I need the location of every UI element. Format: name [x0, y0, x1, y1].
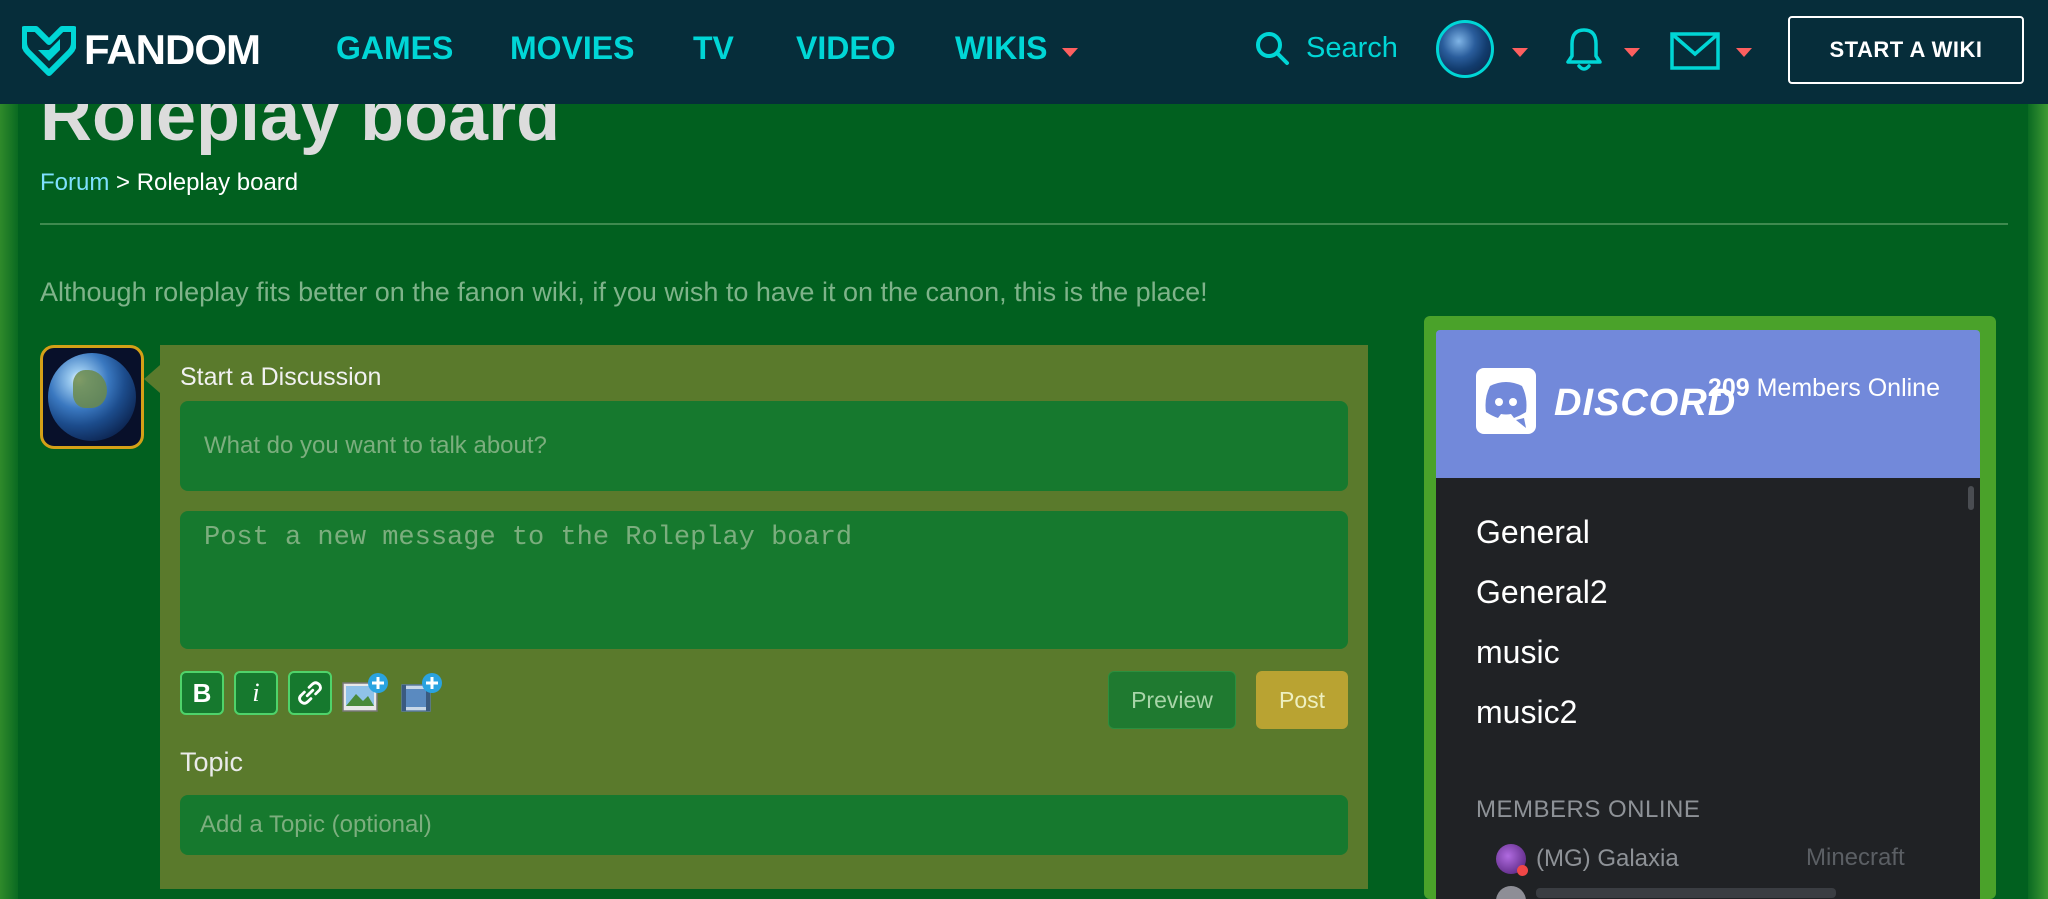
discord-members-count: 209	[1707, 374, 1750, 402]
bell-icon[interactable]	[1566, 26, 1602, 74]
breadcrumb-separator: >	[116, 169, 131, 196]
add-image-button[interactable]	[340, 671, 390, 715]
discord-body: General General2 music music2 MEMBERS ON…	[1436, 478, 1980, 899]
start-a-wiki-button[interactable]: START A WIKI	[1788, 16, 2024, 84]
breadcrumb-current: Roleplay board	[136, 169, 299, 196]
discord-member[interactable]: (MG) Galaxia	[1496, 844, 1679, 876]
discord-member-name-cutoff	[1536, 888, 1836, 898]
bold-button[interactable]: B	[180, 671, 224, 715]
mail-icon[interactable]	[1670, 32, 1720, 70]
current-user-avatar[interactable]	[40, 345, 144, 449]
fandom-wordmark: FANDOM	[84, 26, 261, 73]
discord-members-label: Members Online	[1756, 374, 1940, 402]
board-description: Although roleplay fits better on the fan…	[40, 277, 1208, 307]
add-video-icon	[401, 673, 442, 712]
discord-logo-icon[interactable]	[1476, 368, 1536, 434]
fandom-logo[interactable]: FANDOM	[22, 22, 261, 78]
user-avatar-nav[interactable]	[1436, 20, 1494, 78]
fandom-heart-icon	[22, 26, 76, 76]
speech-bubble-notch	[144, 365, 160, 393]
discord-member-avatar	[1496, 844, 1528, 876]
add-video-button[interactable]	[396, 671, 446, 715]
discord-channel[interactable]: General2	[1476, 574, 1608, 611]
nav-tv[interactable]: TV	[693, 30, 734, 67]
discord-channel[interactable]: music2	[1476, 694, 1577, 731]
page-frame-right	[2028, 104, 2048, 899]
earth-continent-shape	[73, 370, 107, 408]
discord-members-online: 209 Members Online	[1708, 374, 1940, 402]
discussion-title-input[interactable]	[180, 401, 1348, 491]
wikis-chevron-down-icon[interactable]	[1062, 48, 1078, 57]
link-icon	[298, 681, 322, 705]
discord-member-avatar[interactable]	[1496, 886, 1526, 899]
discord-member-game: Minecraft	[1806, 844, 1905, 871]
search-icon	[1256, 32, 1289, 65]
start-discussion-panel: Start a Discussion B i	[160, 345, 1368, 889]
nav-games[interactable]: GAMES	[336, 30, 453, 67]
page-frame-left	[0, 104, 18, 899]
messages-chevron-down-icon[interactable]	[1736, 48, 1752, 57]
post-button[interactable]: Post	[1256, 671, 1348, 729]
preview-button[interactable]: Preview	[1108, 671, 1236, 729]
search-button[interactable]: Search	[1254, 30, 1398, 66]
topic-input[interactable]	[180, 795, 1348, 855]
user-menu-chevron-down-icon[interactable]	[1512, 48, 1528, 57]
nav-movies[interactable]: MOVIES	[510, 30, 634, 67]
topic-label: Topic	[180, 747, 244, 777]
discord-clyde-glyph	[1485, 382, 1527, 428]
italic-button[interactable]: i	[234, 671, 278, 715]
discord-header: DISCORD 209 Members Online	[1436, 330, 1980, 478]
italic-icon: i	[252, 678, 260, 707]
link-button[interactable]	[288, 671, 332, 715]
discord-member-name: (MG) Galaxia	[1536, 845, 1679, 872]
start-discussion-heading: Start a Discussion	[180, 363, 382, 391]
header-divider	[40, 223, 2008, 225]
discord-channel[interactable]: General	[1476, 514, 1590, 551]
discord-widget: DISCORD 209 Members Online General Gener…	[1436, 330, 1980, 899]
bold-icon: B	[192, 677, 212, 708]
search-label: Search	[1306, 31, 1398, 64]
breadcrumb: Forum > Roleplay board	[40, 169, 298, 197]
notifications-chevron-down-icon[interactable]	[1624, 48, 1640, 57]
discord-widget-frame: DISCORD 209 Members Online General Gener…	[1424, 316, 1996, 899]
add-image-icon	[342, 673, 388, 712]
global-navigation: FANDOM GAMES MOVIES TV VIDEO WIKIS Searc…	[0, 0, 2048, 104]
nav-wikis[interactable]: WIKIS	[955, 30, 1047, 67]
discussion-message-textarea[interactable]	[180, 511, 1348, 649]
breadcrumb-forum-link[interactable]: Forum	[40, 169, 109, 196]
discord-channel[interactable]: music	[1476, 634, 1560, 671]
nav-video[interactable]: VIDEO	[796, 30, 896, 67]
discord-members-heading: MEMBERS ONLINE	[1476, 796, 1701, 823]
discord-scrollbar[interactable]	[1968, 486, 1974, 510]
